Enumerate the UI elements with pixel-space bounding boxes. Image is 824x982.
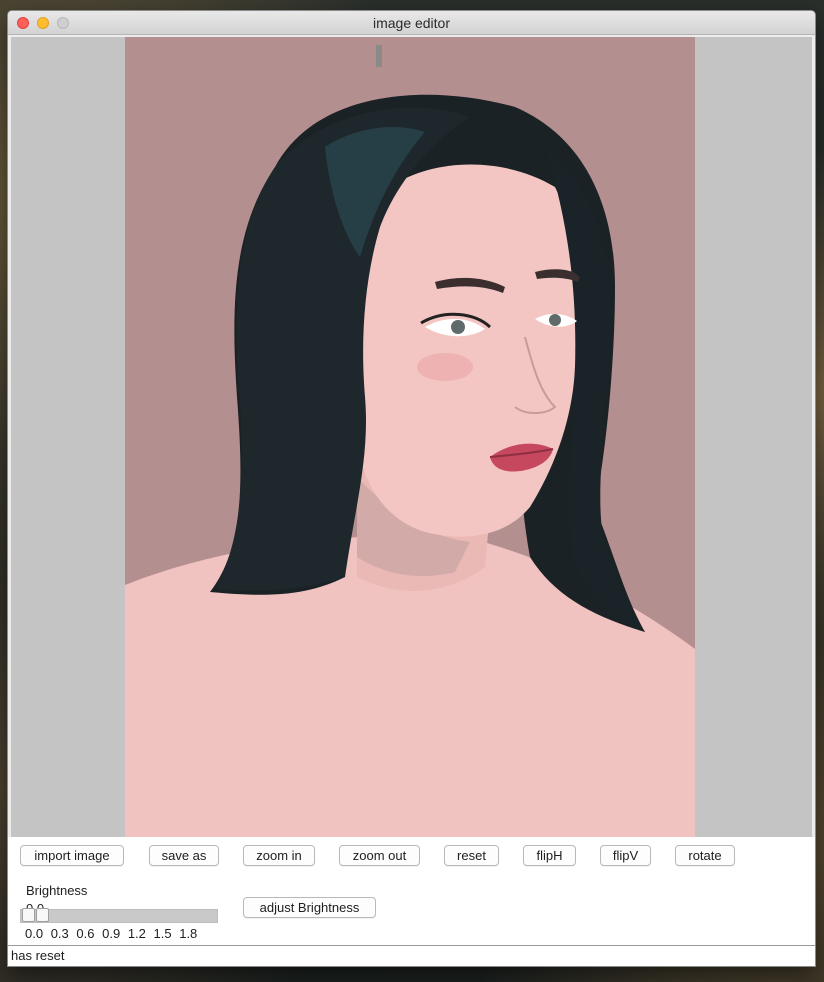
tick-label: 1.8 (179, 926, 198, 941)
brightness-tick-labels: 0.0 0.3 0.6 0.9 1.2 1.5 1.8 (25, 926, 201, 941)
brightness-slider-min-handle[interactable] (22, 908, 35, 922)
tick-label: 0.6 (76, 926, 95, 941)
status-bar: has reset (8, 945, 815, 966)
reset-button[interactable]: reset (444, 845, 499, 866)
brightness-slider[interactable] (20, 909, 218, 923)
portrait-image (125, 37, 695, 837)
tick-label: 1.2 (127, 926, 146, 941)
tick-label: 0.3 (50, 926, 69, 941)
import-image-button[interactable]: import image (20, 845, 124, 866)
title-bar[interactable]: image editor (8, 11, 815, 35)
app-window: image editor import image save as zoom i… (8, 11, 815, 966)
brightness-slider-handle[interactable] (36, 908, 49, 922)
tick-label: 0.0 (25, 926, 44, 941)
zoom-in-button[interactable]: zoom in (243, 845, 315, 866)
flipv-button[interactable]: flipV (600, 845, 651, 866)
portrait-illustration (125, 37, 695, 837)
fliph-button[interactable]: flipH (523, 845, 576, 866)
controls-panel: import image save as zoom in zoom out re… (8, 837, 815, 945)
tick-label: 1.5 (153, 926, 172, 941)
zoom-out-button[interactable]: zoom out (339, 845, 420, 866)
save-as-button[interactable]: save as (149, 845, 219, 866)
brightness-label: Brightness (26, 883, 88, 898)
adjust-brightness-button[interactable]: adjust Brightness (243, 897, 376, 918)
window-title: image editor (372, 15, 451, 31)
rotate-button[interactable]: rotate (675, 845, 735, 866)
image-canvas[interactable] (11, 37, 812, 837)
tick-label: 0.9 (102, 926, 121, 941)
